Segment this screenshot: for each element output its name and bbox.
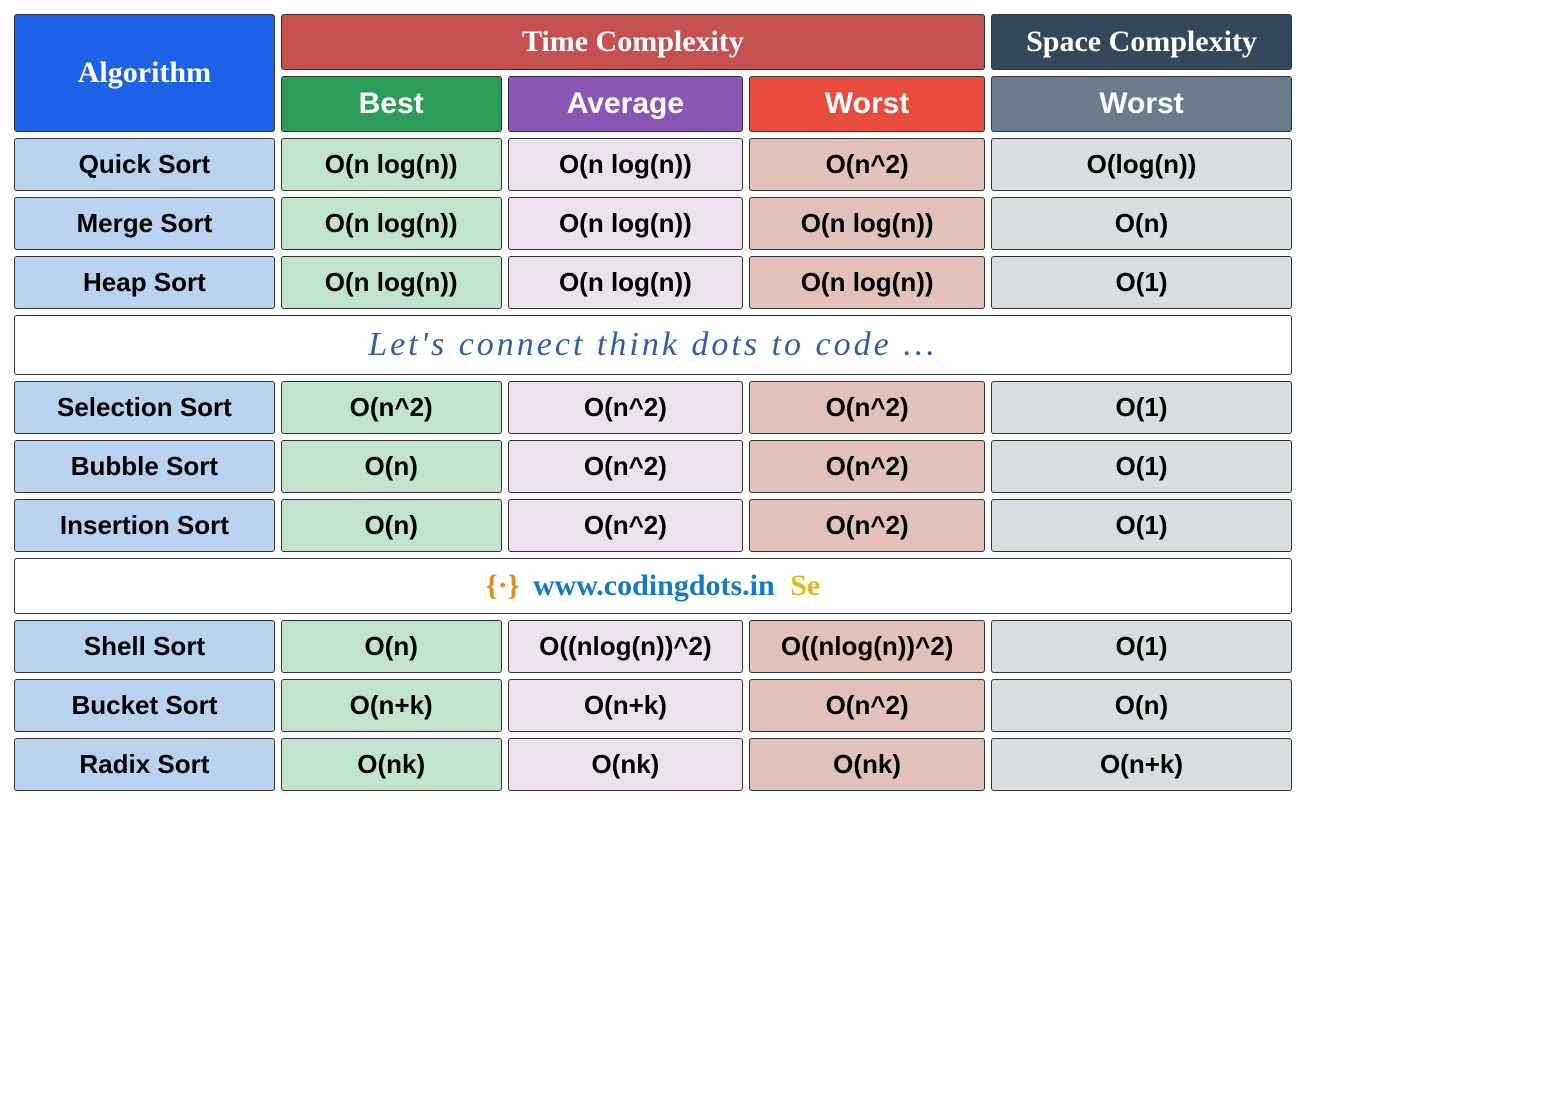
cell-worst: O(n log(n))	[749, 197, 985, 250]
cell-worst: O(n^2)	[749, 499, 985, 552]
header-average: Average	[508, 76, 744, 132]
cell-algorithm: Bucket Sort	[14, 679, 275, 732]
header-best: Best	[281, 76, 502, 132]
complexity-table: Algorithm Time Complexity Space Complexi…	[8, 8, 1298, 797]
cell-average: O(n^2)	[508, 499, 744, 552]
url-banner: {·} www.codingdots.in Se	[14, 558, 1292, 614]
cell-average: O(n log(n))	[508, 197, 744, 250]
cell-best: O(n^2)	[281, 381, 502, 434]
table-row: Radix Sort O(nk) O(nk) O(nk) O(n+k)	[14, 738, 1292, 791]
cell-worst: O((nlog(n))^2)	[749, 620, 985, 673]
table-row: Bucket Sort O(n+k) O(n+k) O(n^2) O(n)	[14, 679, 1292, 732]
cell-average: O(n^2)	[508, 381, 744, 434]
tagline-banner: Let's connect think dots to code ...	[14, 315, 1292, 375]
cell-space: O(n)	[991, 679, 1292, 732]
cell-average: O(n log(n))	[508, 256, 744, 309]
cell-best: O(n)	[281, 440, 502, 493]
cell-best: O(n log(n))	[281, 197, 502, 250]
cell-space: O(log(n))	[991, 138, 1292, 191]
cell-algorithm: Merge Sort	[14, 197, 275, 250]
cell-space: O(1)	[991, 381, 1292, 434]
cell-average: O(n^2)	[508, 440, 744, 493]
table-row: Selection Sort O(n^2) O(n^2) O(n^2) O(1)	[14, 381, 1292, 434]
table-row: Shell Sort O(n) O((nlog(n))^2) O((nlog(n…	[14, 620, 1292, 673]
cell-algorithm: Bubble Sort	[14, 440, 275, 493]
cell-algorithm: Radix Sort	[14, 738, 275, 791]
se-icon: Se	[790, 569, 820, 602]
cell-algorithm: Heap Sort	[14, 256, 275, 309]
header-worst: Worst	[749, 76, 985, 132]
cell-space: O(1)	[991, 440, 1292, 493]
cell-algorithm: Insertion Sort	[14, 499, 275, 552]
header-time-complexity: Time Complexity	[281, 14, 985, 70]
cell-average: O(n log(n))	[508, 138, 744, 191]
cell-best: O(n)	[281, 499, 502, 552]
table-row: Quick Sort O(n log(n)) O(n log(n)) O(n^2…	[14, 138, 1292, 191]
cell-space: O(n+k)	[991, 738, 1292, 791]
table-row: Bubble Sort O(n) O(n^2) O(n^2) O(1)	[14, 440, 1292, 493]
table-row: Insertion Sort O(n) O(n^2) O(n^2) O(1)	[14, 499, 1292, 552]
cell-worst: O(n^2)	[749, 138, 985, 191]
cell-worst: O(n^2)	[749, 679, 985, 732]
cell-worst: O(n^2)	[749, 440, 985, 493]
cell-average: O(n+k)	[508, 679, 744, 732]
cell-algorithm: Quick Sort	[14, 138, 275, 191]
cell-space: O(1)	[991, 620, 1292, 673]
cell-algorithm: Shell Sort	[14, 620, 275, 673]
cell-space: O(n)	[991, 197, 1292, 250]
cell-worst: O(n log(n))	[749, 256, 985, 309]
cell-worst: O(n^2)	[749, 381, 985, 434]
cell-algorithm: Selection Sort	[14, 381, 275, 434]
cell-average: O(nk)	[508, 738, 744, 791]
cell-space: O(1)	[991, 499, 1292, 552]
table-row: Heap Sort O(n log(n)) O(n log(n)) O(n lo…	[14, 256, 1292, 309]
cell-space: O(1)	[991, 256, 1292, 309]
cell-best: O(n log(n))	[281, 138, 502, 191]
site-url: www.codingdots.in	[533, 569, 775, 602]
table-row: Merge Sort O(n log(n)) O(n log(n)) O(n l…	[14, 197, 1292, 250]
header-algorithm: Algorithm	[14, 14, 275, 132]
header-space-worst: Worst	[991, 76, 1292, 132]
cell-best: O(n)	[281, 620, 502, 673]
header-space-complexity: Space Complexity	[991, 14, 1292, 70]
cell-best: O(n log(n))	[281, 256, 502, 309]
cell-best: O(nk)	[281, 738, 502, 791]
cell-average: O((nlog(n))^2)	[508, 620, 744, 673]
braces-icon: {·}	[486, 569, 520, 602]
cell-best: O(n+k)	[281, 679, 502, 732]
cell-worst: O(nk)	[749, 738, 985, 791]
